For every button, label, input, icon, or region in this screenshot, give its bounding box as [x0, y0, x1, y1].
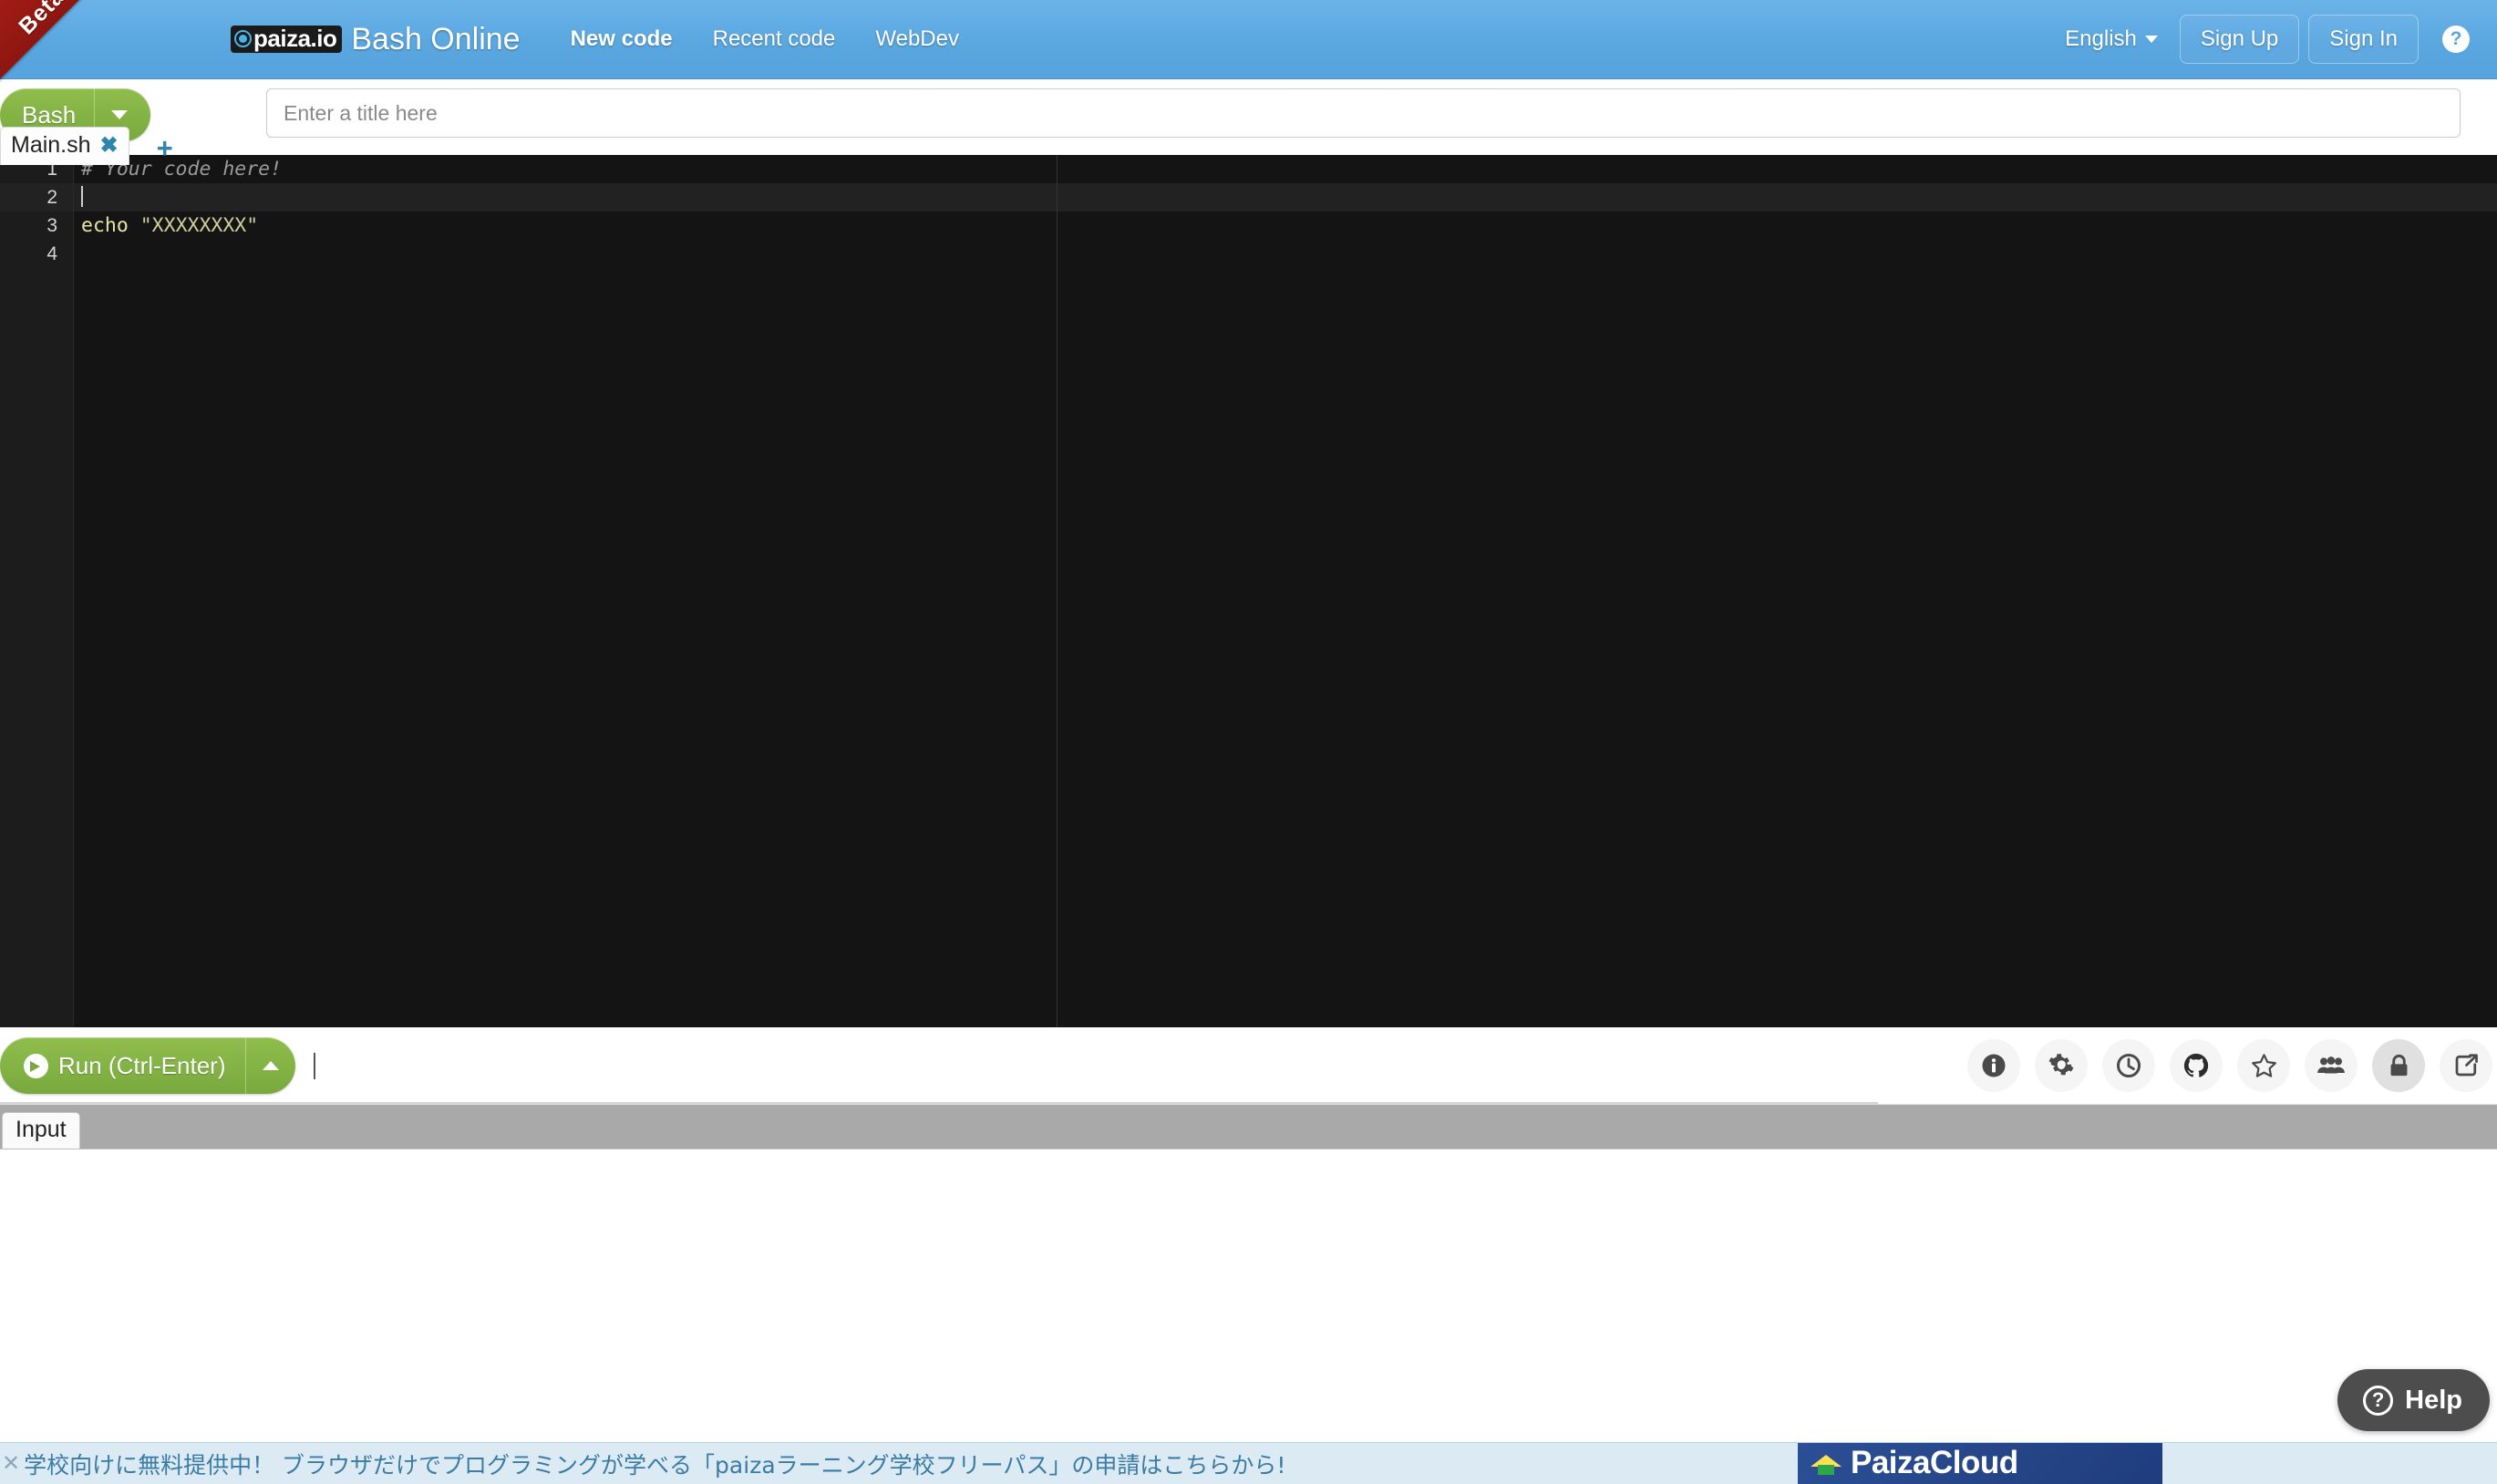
settings-button[interactable] [2035, 1039, 2088, 1092]
run-toolbar: Run (Ctrl-Enter) [0, 1027, 2497, 1105]
column-ruler [1057, 155, 1058, 1027]
paiza-logo-text: paiza.io [253, 24, 337, 52]
action-icon-row [1967, 1039, 2497, 1092]
file-tabs: Main.sh ✖ + [0, 127, 173, 165]
info-button[interactable] [1967, 1039, 2020, 1092]
favorite-button[interactable] [2237, 1039, 2290, 1092]
code-editor[interactable]: 1 2 3 4 # Your code here! echo "XXXXXXXX… [0, 155, 2497, 1027]
text-cursor [81, 186, 83, 207]
close-icon[interactable]: ✖ [100, 134, 119, 157]
paizacloud-logo-text: PaizaCloud [1851, 1445, 2018, 1480]
visibility-lock-button[interactable] [2372, 1039, 2425, 1092]
line-number: 4 [46, 243, 57, 264]
help-widget[interactable]: ? Help [2337, 1369, 2490, 1431]
github-button[interactable] [2170, 1039, 2223, 1092]
promo-banner-text[interactable]: 学校向けに無料提供中！ ブラウザだけでプログラミングが学べる「paizaラーニン… [24, 1448, 1285, 1480]
chevron-down-icon [2144, 36, 2158, 43]
code-token-command: echo [81, 214, 129, 237]
line-number-gutter: 1 2 3 4 [0, 155, 74, 1027]
line-number: 2 [0, 183, 73, 211]
run-button-label-wrap: Run (Ctrl-Enter) [0, 1037, 245, 1094]
github-icon [2183, 1053, 2209, 1077]
language-menu-label: English [2065, 26, 2137, 51]
run-options-caret[interactable] [246, 1037, 295, 1094]
star-icon [2251, 1053, 2276, 1077]
input-panel[interactable] [0, 1149, 2497, 1355]
beta-ribbon-label: Beta [14, 0, 70, 40]
run-button[interactable]: Run (Ctrl-Enter) [0, 1037, 296, 1094]
code-line: # Your code here! [74, 155, 2497, 183]
tab-input[interactable]: Input [2, 1112, 80, 1149]
lock-icon [2390, 1054, 2407, 1076]
paiza-logo: paiza.io [231, 24, 343, 54]
page-title: Bash Online [351, 21, 521, 57]
help-widget-label: Help [2405, 1385, 2462, 1415]
code-line: echo "XXXXXXXX" [74, 211, 2497, 240]
clock-icon [2117, 1054, 2141, 1077]
history-button[interactable] [2102, 1039, 2155, 1092]
editor-toolbar: Bash Main.sh ✖ + [0, 79, 2497, 165]
code-line [74, 183, 2497, 211]
sign-up-button[interactable]: Sign Up [2179, 15, 2300, 64]
sign-in-button[interactable]: Sign In [2308, 15, 2419, 64]
io-tab-bar: Input [0, 1105, 2497, 1149]
code-token-string: "XXXXXXXX" [139, 214, 259, 237]
promo-banner: ✕ 学校向けに無料提供中！ ブラウザだけでプログラミングが学べる「paizaラー… [0, 1442, 2497, 1484]
header-right: English Sign Up Sign In ? [2052, 15, 2497, 64]
add-file-button[interactable]: + [157, 134, 173, 162]
divider [0, 1102, 1878, 1104]
nav-item-webdev[interactable]: WebDev [875, 26, 959, 52]
site-header: Beta paiza.io Bash Online New code Recen… [0, 0, 2497, 87]
graduation-cap-icon [1811, 1451, 1842, 1475]
text-cursor [314, 1052, 316, 1079]
nav-item-new-code[interactable]: New code [571, 26, 673, 52]
language-menu[interactable]: English [2052, 17, 2171, 61]
beta-ribbon: Beta [0, 0, 117, 87]
run-button-label: Run (Ctrl-Enter) [58, 1051, 226, 1079]
chevron-up-icon [263, 1061, 280, 1070]
help-question-icon[interactable]: ? [2442, 26, 2470, 53]
paizacloud-logo[interactable]: PaizaCloud [1798, 1443, 2162, 1484]
question-mark-icon: ? [2363, 1385, 2394, 1416]
share-button[interactable] [2440, 1039, 2492, 1092]
line-number: 3 [46, 215, 57, 236]
globe-icon [234, 29, 252, 47]
gear-icon [2048, 1054, 2074, 1076]
chevron-down-icon [111, 110, 129, 119]
share-icon [2455, 1054, 2478, 1077]
users-icon [2317, 1056, 2345, 1074]
file-tab-label: Main.sh [11, 132, 91, 158]
brand[interactable]: paiza.io Bash Online [231, 22, 521, 57]
primary-nav: New code Recent code WebDev [571, 26, 959, 52]
play-icon [24, 1053, 48, 1078]
info-icon [1982, 1054, 2006, 1077]
nav-item-recent-code[interactable]: Recent code [713, 26, 836, 52]
close-icon[interactable]: ✕ [0, 1452, 24, 1475]
collaborate-button[interactable] [2305, 1039, 2358, 1092]
title-input[interactable] [266, 88, 2461, 138]
code-lines[interactable]: # Your code here! echo "XXXXXXXX" [74, 155, 2497, 1027]
file-tab-main-sh[interactable]: Main.sh ✖ [0, 127, 129, 165]
